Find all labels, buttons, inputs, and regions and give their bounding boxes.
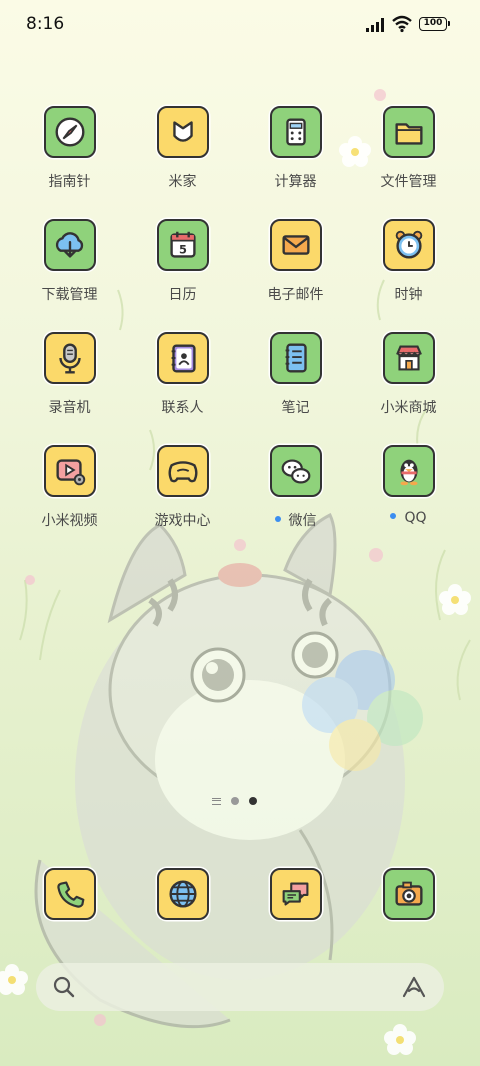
search-icon[interactable]	[53, 976, 75, 998]
phone-icon	[43, 868, 96, 920]
app-mi-video[interactable]: 小米视频	[13, 445, 126, 530]
app-label: 计算器	[274, 174, 317, 190]
page-dot[interactable]	[231, 797, 239, 805]
camera-icon	[382, 868, 435, 920]
microphone-icon	[43, 332, 96, 384]
store-icon	[382, 332, 435, 384]
wifi-icon	[392, 15, 412, 33]
app-file-manager[interactable]: 文件管理	[352, 106, 465, 191]
compass-icon	[43, 106, 96, 158]
app-notes[interactable]: 笔记	[239, 332, 352, 417]
notes-icon	[269, 332, 322, 384]
app-wechat[interactable]: 微信	[239, 445, 352, 530]
app-label: 文件管理	[380, 174, 437, 190]
mijia-icon	[156, 106, 209, 158]
app-label: 联系人	[161, 400, 204, 416]
notification-dot	[390, 513, 397, 519]
calendar-date: 5	[179, 243, 187, 257]
app-compass[interactable]: 指南针	[13, 106, 126, 191]
app-label: 指南针	[48, 174, 91, 190]
app-label: 小米商城	[380, 400, 437, 416]
app-mi-store[interactable]: 小米商城	[352, 332, 465, 417]
app-calculator[interactable]: 计算器	[239, 106, 352, 191]
battery-icon: 100	[419, 17, 450, 31]
gamepad-icon	[156, 445, 209, 497]
dock-messages[interactable]	[239, 868, 352, 920]
app-label: 笔记	[281, 400, 310, 416]
app-label: 录音机	[48, 400, 91, 416]
dock-browser[interactable]	[126, 868, 239, 920]
dock-phone[interactable]	[13, 868, 126, 920]
app-mijia[interactable]: 米家	[126, 106, 239, 191]
app-label: 时钟	[394, 287, 423, 303]
app-game-center[interactable]: 游戏中心	[126, 445, 239, 530]
calendar-icon: 5	[156, 219, 209, 271]
app-label: 电子邮件	[267, 287, 324, 303]
app-label: 米家	[168, 174, 197, 190]
app-calendar[interactable]: 5 日历	[126, 219, 239, 304]
app-clock[interactable]: 时钟	[352, 219, 465, 304]
app-label: 微信	[239, 510, 352, 530]
folder-icon	[382, 106, 435, 158]
app-label: QQ	[352, 510, 465, 526]
browser-globe-icon	[156, 868, 209, 920]
notification-dot	[274, 516, 281, 522]
app-label: 小米视频	[41, 513, 98, 529]
video-icon	[43, 445, 96, 497]
app-contacts[interactable]: 联系人	[126, 332, 239, 417]
contacts-icon	[156, 332, 209, 384]
wechat-icon	[269, 445, 322, 497]
app-label: 游戏中心	[154, 513, 211, 529]
cloud-download-icon	[43, 219, 96, 271]
app-label: 下载管理	[41, 287, 98, 303]
app-email[interactable]: 电子邮件	[239, 219, 352, 304]
mail-icon	[269, 219, 322, 271]
calculator-icon	[269, 106, 322, 158]
qq-penguin-icon	[382, 445, 435, 497]
page-indicator-list-icon[interactable]	[212, 797, 221, 805]
messages-icon	[269, 868, 322, 920]
search-bar[interactable]	[36, 963, 444, 1011]
status-time: 8:16	[26, 14, 65, 34]
dock-camera[interactable]	[352, 868, 465, 920]
app-download-manager[interactable]: 下载管理	[13, 219, 126, 304]
page-dot-active[interactable]	[249, 797, 257, 805]
assistant-icon[interactable]	[401, 975, 427, 999]
alarm-clock-icon	[382, 219, 435, 271]
app-recorder[interactable]: 录音机	[13, 332, 126, 417]
signal-icon	[366, 18, 384, 32]
status-bar: 8:16 100	[0, 0, 480, 52]
app-label: 日历	[168, 287, 197, 303]
page-indicator[interactable]	[212, 797, 257, 805]
app-qq[interactable]: QQ	[352, 445, 465, 526]
